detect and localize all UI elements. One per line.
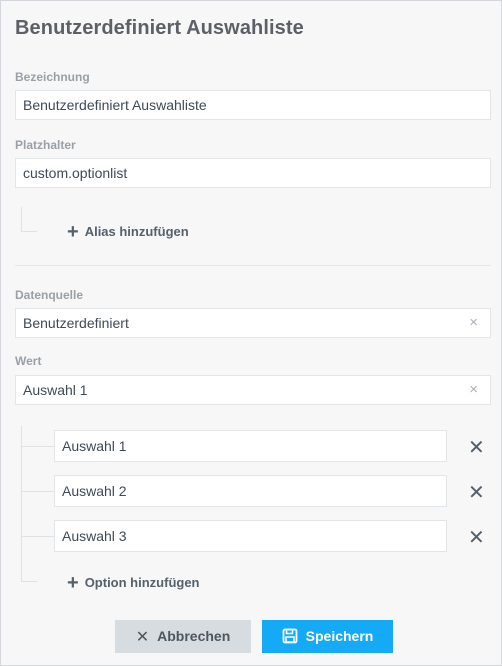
alias-tree-line bbox=[21, 207, 22, 231]
options-tree-line bbox=[21, 426, 22, 581]
alias-tree-connector bbox=[21, 231, 37, 232]
datenquelle-label: Datenquelle bbox=[15, 288, 84, 302]
section-divider bbox=[15, 265, 491, 266]
datenquelle-clear-icon[interactable]: × bbox=[469, 309, 478, 337]
option-connector bbox=[21, 491, 54, 492]
datenquelle-select[interactable]: Benutzerdefiniert × bbox=[15, 308, 491, 338]
add-option-connector bbox=[21, 581, 37, 582]
floppy-disk-icon bbox=[282, 628, 298, 644]
platzhalter-input[interactable]: custom.optionlist bbox=[15, 158, 491, 188]
remove-option-1-icon[interactable]: ✕ bbox=[468, 435, 485, 460]
remove-option-3-icon[interactable]: ✕ bbox=[468, 525, 485, 550]
option-input-2[interactable]: Auswahl 2 bbox=[54, 475, 447, 507]
wert-value: Auswahl 1 bbox=[23, 382, 88, 398]
dialog-title: Benutzerdefiniert Auswahliste bbox=[15, 17, 304, 39]
wert-clear-icon[interactable]: × bbox=[469, 376, 478, 404]
option-connector bbox=[21, 446, 54, 447]
platzhalter-value: custom.optionlist bbox=[23, 165, 128, 181]
add-option-label: Option hinzufügen bbox=[84, 575, 200, 590]
wert-label: Wert bbox=[15, 354, 42, 368]
cancel-button[interactable]: ✕ Abbrechen bbox=[115, 620, 251, 653]
edit-dialog: Benutzerdefiniert Auswahliste Bezeichnun… bbox=[0, 0, 502, 666]
plus-icon: + bbox=[67, 572, 79, 594]
close-icon: ✕ bbox=[135, 629, 150, 646]
cancel-label: Abbrechen bbox=[157, 628, 231, 644]
bezeichnung-value: Benutzerdefiniert Auswahliste bbox=[23, 97, 207, 113]
option-input-3[interactable]: Auswahl 3 bbox=[54, 520, 447, 552]
save-button[interactable]: Speichern bbox=[262, 620, 393, 653]
option-value: Auswahl 1 bbox=[62, 438, 127, 454]
option-value: Auswahl 3 bbox=[62, 528, 127, 544]
save-label: Speichern bbox=[305, 628, 374, 644]
bezeichnung-input[interactable]: Benutzerdefiniert Auswahliste bbox=[15, 90, 491, 120]
remove-option-2-icon[interactable]: ✕ bbox=[468, 480, 485, 505]
bezeichnung-label: Bezeichnung bbox=[15, 70, 90, 84]
option-input-1[interactable]: Auswahl 1 bbox=[54, 430, 447, 462]
option-connector bbox=[21, 536, 54, 537]
platzhalter-label: Platzhalter bbox=[15, 138, 76, 152]
wert-select[interactable]: Auswahl 1 × bbox=[15, 375, 491, 405]
option-value: Auswahl 2 bbox=[62, 483, 127, 499]
datenquelle-value: Benutzerdefiniert bbox=[23, 315, 129, 331]
add-alias-label: Alias hinzufügen bbox=[84, 224, 189, 239]
plus-icon: + bbox=[67, 221, 79, 243]
add-option-button[interactable]: + Option hinzufügen bbox=[67, 572, 200, 595]
add-alias-button[interactable]: + Alias hinzufügen bbox=[67, 221, 189, 244]
